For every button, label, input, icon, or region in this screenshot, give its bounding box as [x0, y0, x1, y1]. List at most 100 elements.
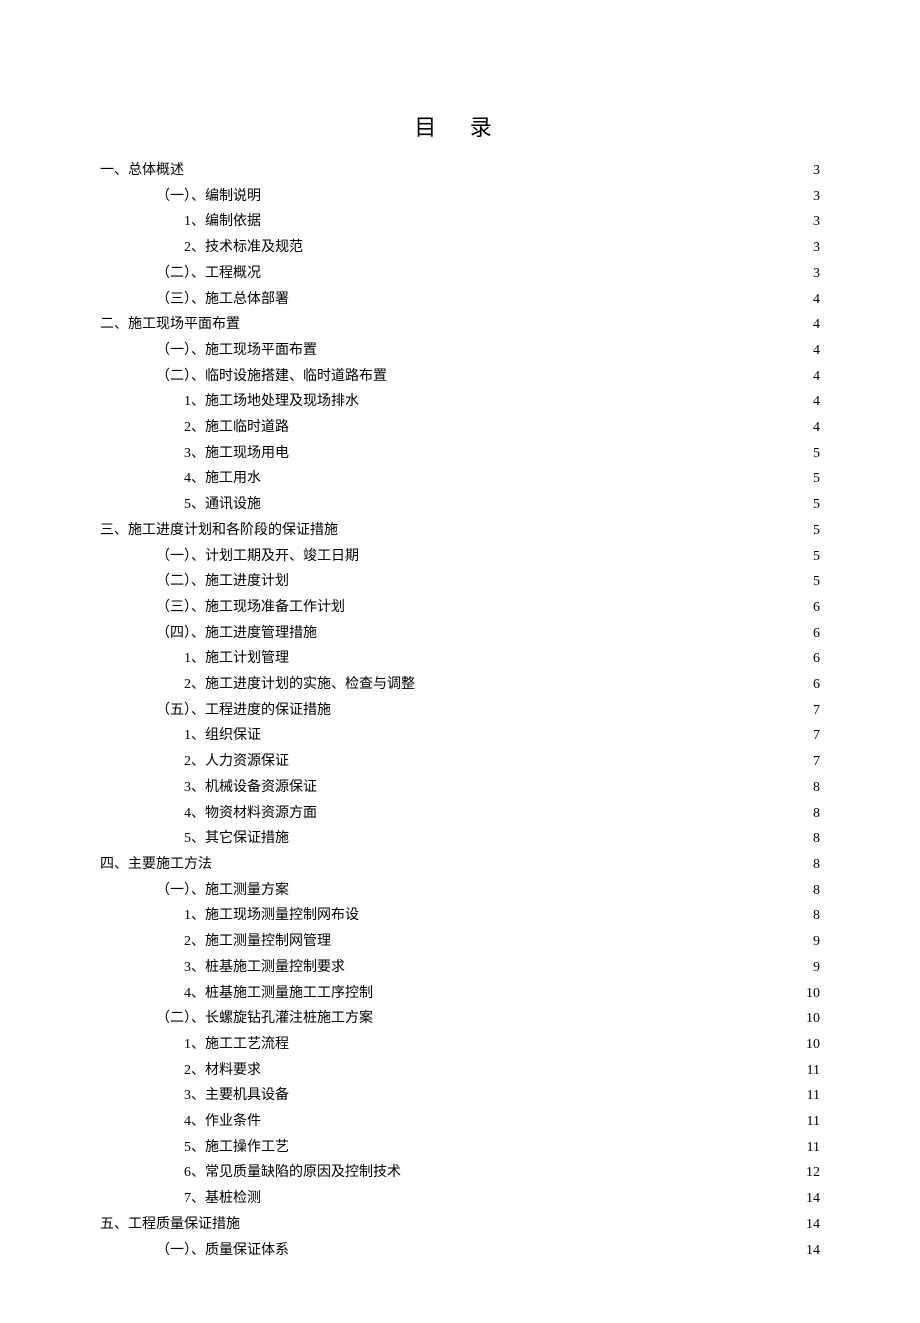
toc-entry-label: 1、施工现场测量控制网布设: [184, 903, 359, 929]
toc-entry[interactable]: （二）、工程概况3: [100, 261, 820, 287]
toc-dot-leader: [261, 263, 811, 277]
toc-entry-page: 9: [811, 955, 820, 981]
toc-entry-label: （一）、质量保证体系: [156, 1238, 289, 1264]
toc-entry[interactable]: （一）、质量保证体系14: [100, 1238, 820, 1264]
toc-entry-page: 7: [811, 749, 820, 775]
toc-entry[interactable]: （二）、临时设施搭建、临时道路布置4: [100, 364, 820, 390]
toc-entry[interactable]: 3、主要机具设备11: [100, 1083, 820, 1109]
toc-entry-label: 二、施工现场平面布置: [100, 312, 240, 338]
toc-entry[interactable]: （三）、施工总体部署4: [100, 287, 820, 313]
toc-entry-page: 8: [811, 878, 820, 904]
toc-entry-page: 8: [811, 801, 820, 827]
toc-entry[interactable]: （三）、施工现场准备工作计划 6: [100, 595, 820, 621]
toc-entry-page: 6: [811, 646, 820, 672]
toc-dot-leader: [345, 957, 811, 971]
toc-dot-leader: [317, 340, 811, 354]
toc-entry-page: 3: [811, 209, 820, 235]
toc-entry-label: 6、常见质量缺陷的原因及控制技术: [184, 1160, 401, 1186]
toc-dot-leader: [289, 1240, 804, 1254]
toc-entry-label: 5、施工操作工艺: [184, 1135, 289, 1161]
toc-entry-label: 一、总体概述: [100, 158, 184, 184]
toc-entry[interactable]: 4、桩基施工测量施工工序控制10: [100, 981, 820, 1007]
toc-entry[interactable]: 1、组织保证7: [100, 723, 820, 749]
toc-entry[interactable]: 四、主要施工方法8: [100, 852, 820, 878]
toc-entry[interactable]: 6、常见质量缺陷的原因及控制技术 12: [100, 1160, 820, 1186]
toc-entry[interactable]: 3、桩基施工测量控制要求9: [100, 955, 820, 981]
toc-entry[interactable]: 7、基桩检测14: [100, 1186, 820, 1212]
toc-entry[interactable]: 2、施工测量控制网管理9: [100, 929, 820, 955]
toc-entry[interactable]: 3、施工现场用电5: [100, 441, 820, 467]
toc-entry-label: 4、施工用水: [184, 466, 261, 492]
toc-entry-label: 4、桩基施工测量施工工序控制: [184, 981, 373, 1007]
toc-entry-label: （二）、施工进度计划: [156, 569, 289, 595]
toc-entry[interactable]: （一）、施工现场平面布置4: [100, 338, 820, 364]
toc-dot-leader: [289, 571, 811, 585]
toc-entry-page: 8: [811, 775, 820, 801]
toc-entry[interactable]: 4、物资材料资源方面 8: [100, 801, 820, 827]
toc-entry[interactable]: （二）、施工进度计划 5: [100, 569, 820, 595]
toc-entry[interactable]: 2、技术标准及规范 3: [100, 235, 820, 261]
toc-entry-page: 11: [805, 1058, 820, 1084]
toc-entry[interactable]: 3、机械设备资源保证 8: [100, 775, 820, 801]
toc-entry-page: 10: [804, 1032, 820, 1058]
toc-entry-label: 1、组织保证: [184, 723, 261, 749]
toc-entry-page: 5: [811, 569, 820, 595]
toc-entry-page: 14: [804, 1212, 820, 1238]
toc-entry-page: 12: [804, 1160, 820, 1186]
toc-entry[interactable]: 2、人力资源保证7: [100, 749, 820, 775]
toc-entry-label: 2、施工临时道路: [184, 415, 289, 441]
toc-entry-page: 4: [811, 415, 820, 441]
toc-dot-leader: [289, 443, 811, 457]
document-page: 目 录 一、总体概述3（一）、编制说明31、编制依据32、技术标准及规范3（二）…: [0, 0, 920, 1323]
toc-entry-page: 14: [804, 1186, 820, 1212]
toc-entry[interactable]: 一、总体概述 3: [100, 158, 820, 184]
toc-entry[interactable]: 2、施工临时道路 4: [100, 415, 820, 441]
toc-dot-leader: [317, 803, 811, 817]
toc-entry-label: （一）、计划工期及开、竣工日期: [156, 544, 359, 570]
toc-entry[interactable]: 1、施工工艺流程10: [100, 1032, 820, 1058]
toc-entry[interactable]: （一）、计划工期及开、竣工日期 5: [100, 544, 820, 570]
toc-entry-page: 9: [811, 929, 820, 955]
toc-entry-label: （二）、临时设施搭建、临时道路布置: [156, 364, 387, 390]
toc-entry[interactable]: （一）、施工测量方案8: [100, 878, 820, 904]
toc-entry[interactable]: （二）、长螺旋钻孔灌注桩施工方案10: [100, 1006, 820, 1032]
toc-entry-label: （二）、长螺旋钻孔灌注桩施工方案: [156, 1006, 373, 1032]
toc-entry-page: 3: [811, 158, 820, 184]
toc-entry[interactable]: 2、材料要求11: [100, 1058, 820, 1084]
toc-entry-page: 4: [811, 338, 820, 364]
toc-entry[interactable]: 1、施工现场测量控制网布设8: [100, 903, 820, 929]
toc-entry[interactable]: 4、施工用水5: [100, 466, 820, 492]
toc-entry[interactable]: 5、通讯设施5: [100, 492, 820, 518]
toc-entry[interactable]: 二、施工现场平面布置4: [100, 312, 820, 338]
toc-entry[interactable]: 五、工程质量保证措施14: [100, 1212, 820, 1238]
toc-entry-page: 6: [811, 595, 820, 621]
toc-entry[interactable]: （四）、施工进度管理措施 6: [100, 621, 820, 647]
toc-entry-page: 8: [811, 852, 820, 878]
toc-entry[interactable]: 2、施工进度计划的实施、检查与调整6: [100, 672, 820, 698]
toc-entry[interactable]: 4、作业条件11: [100, 1109, 820, 1135]
toc-dot-leader: [261, 468, 811, 482]
toc-entry[interactable]: 5、施工操作工艺11: [100, 1135, 820, 1161]
toc-entry[interactable]: 三、施工进度计划和各阶段的保证措施5: [100, 518, 820, 544]
toc-entry[interactable]: 5、其它保证措施8: [100, 826, 820, 852]
toc-entry[interactable]: （五）、工程进度的保证措施7: [100, 698, 820, 724]
toc-entry[interactable]: （一）、编制说明3: [100, 184, 820, 210]
toc-dot-leader: [289, 1137, 805, 1151]
toc-entry-page: 5: [811, 544, 820, 570]
toc-entry-label: （三）、施工现场准备工作计划: [156, 595, 345, 621]
toc-entry[interactable]: 1、施工场地处理及现场排水4: [100, 389, 820, 415]
toc-entry-label: 3、机械设备资源保证: [184, 775, 317, 801]
toc-entry-label: 4、物资材料资源方面: [184, 801, 317, 827]
toc-entry-page: 3: [811, 235, 820, 261]
toc-dot-leader: [289, 828, 811, 842]
toc-entry[interactable]: 1、编制依据3: [100, 209, 820, 235]
toc-dot-leader: [261, 1188, 804, 1202]
toc-entry[interactable]: 1、施工计划管理6: [100, 646, 820, 672]
toc-dot-leader: [289, 648, 811, 662]
toc-entry-page: 6: [811, 621, 820, 647]
toc-entry-page: 6: [811, 672, 820, 698]
toc-entry-label: 2、技术标准及规范: [184, 235, 303, 261]
toc-dot-leader: [261, 725, 811, 739]
toc-entry-label: （四）、施工进度管理措施: [156, 621, 317, 647]
table-of-contents: 一、总体概述3（一）、编制说明31、编制依据32、技术标准及规范3（二）、工程概…: [100, 158, 820, 1263]
